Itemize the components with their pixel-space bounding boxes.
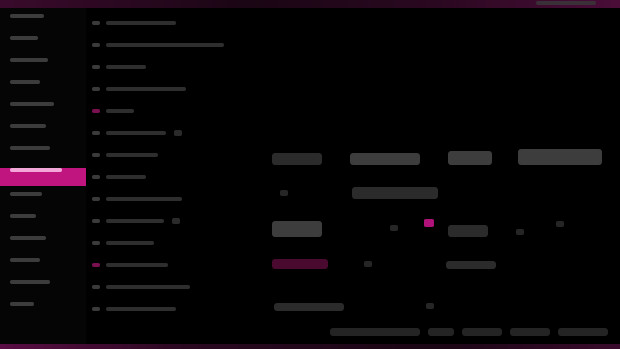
footer-status xyxy=(558,328,608,336)
tree-node-6[interactable] xyxy=(92,124,242,142)
nav-item-7[interactable] xyxy=(10,146,78,162)
node-icon xyxy=(92,241,100,245)
cell-value xyxy=(352,187,438,199)
nav-item-3[interactable] xyxy=(10,58,78,74)
link-icon[interactable] xyxy=(516,229,524,235)
node-icon xyxy=(92,175,100,179)
cell-value xyxy=(446,261,496,269)
row-icon xyxy=(390,225,398,231)
tree-node-8[interactable] xyxy=(92,168,242,186)
nav-item-1[interactable] xyxy=(10,14,78,30)
tree-node-7[interactable] xyxy=(92,146,242,164)
nav-item-14[interactable] xyxy=(10,302,78,318)
node-icon xyxy=(92,307,100,311)
footer-status xyxy=(428,328,454,336)
tree-node-12[interactable] xyxy=(92,256,242,274)
tree-node-3[interactable] xyxy=(92,58,242,76)
tree-node-14[interactable] xyxy=(92,300,242,318)
node-icon xyxy=(92,219,100,223)
title-bar xyxy=(0,0,620,8)
selected-marker-icon[interactable] xyxy=(424,219,434,227)
expand-icon[interactable] xyxy=(174,130,182,136)
sidebar xyxy=(0,8,86,344)
node-icon xyxy=(92,43,100,47)
expand-icon[interactable] xyxy=(172,218,180,224)
nav-item-11[interactable] xyxy=(10,236,78,252)
row-icon xyxy=(364,261,372,267)
nav-item-8[interactable] xyxy=(0,168,86,186)
field-label xyxy=(272,153,322,165)
nav-item-13[interactable] xyxy=(10,280,78,296)
field-label xyxy=(272,221,322,237)
tree-node-10[interactable] xyxy=(92,212,242,230)
node-icon xyxy=(92,65,100,69)
tree-node-11[interactable] xyxy=(92,234,242,252)
nav-item-4[interactable] xyxy=(10,80,78,96)
tree-node-5[interactable] xyxy=(92,102,242,120)
nav-item-12[interactable] xyxy=(10,258,78,274)
node-icon xyxy=(92,263,100,267)
node-icon xyxy=(92,285,100,289)
nav-item-9[interactable] xyxy=(10,192,78,208)
footer-label xyxy=(274,303,344,311)
status-indicator-icon xyxy=(536,1,596,5)
row-icon xyxy=(280,190,288,196)
nav-item-5[interactable] xyxy=(10,102,78,118)
file-tree xyxy=(92,14,242,334)
footer-status xyxy=(510,328,550,336)
status-badge xyxy=(272,259,328,269)
tree-node-1[interactable] xyxy=(92,14,242,32)
nav-item-6[interactable] xyxy=(10,124,78,140)
tree-node-9[interactable] xyxy=(92,190,242,208)
bottom-bar xyxy=(0,344,620,349)
column-header xyxy=(350,153,420,165)
details-panel xyxy=(260,135,610,335)
nav-item-2[interactable] xyxy=(10,36,78,52)
tree-node-2[interactable] xyxy=(92,36,242,54)
node-icon xyxy=(92,131,100,135)
screen xyxy=(0,0,620,349)
node-icon xyxy=(92,153,100,157)
footer-status xyxy=(330,328,420,336)
tree-node-13[interactable] xyxy=(92,278,242,296)
tree-node-4[interactable] xyxy=(92,80,242,98)
node-icon xyxy=(92,197,100,201)
footer-status xyxy=(462,328,502,336)
nav-item-10[interactable] xyxy=(10,214,78,230)
node-icon xyxy=(92,21,100,25)
column-header xyxy=(448,151,492,165)
node-icon xyxy=(92,109,100,113)
link-icon[interactable] xyxy=(556,221,564,227)
cell-value xyxy=(448,225,488,237)
row-icon xyxy=(426,303,434,309)
node-icon xyxy=(92,87,100,91)
action-button[interactable] xyxy=(518,149,602,165)
